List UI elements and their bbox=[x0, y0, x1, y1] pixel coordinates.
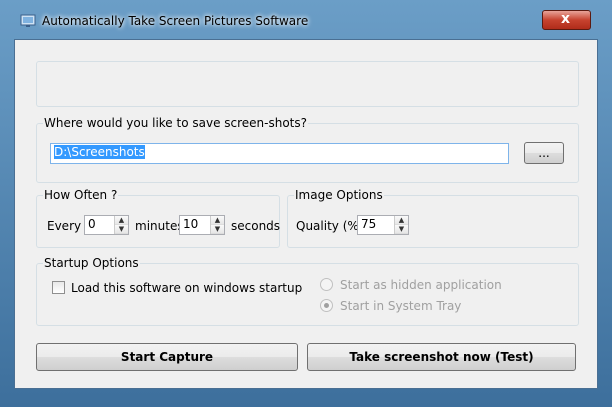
radio-start-tray[interactable] bbox=[320, 299, 333, 312]
browse-button[interactable]: ... bbox=[524, 142, 564, 164]
window-title: Automatically Take Screen Pictures Softw… bbox=[42, 14, 309, 28]
start-capture-button[interactable]: Start Capture bbox=[36, 343, 298, 371]
client-area: Where would you like to save screen-shot… bbox=[14, 39, 598, 389]
how-often-label: How Often ? bbox=[43, 188, 119, 202]
startup-options-label: Startup Options bbox=[43, 256, 140, 270]
banner-panel bbox=[36, 61, 579, 107]
quality-stepper[interactable]: 75 ▲ ▼ bbox=[357, 215, 409, 235]
minutes-value: 0 bbox=[88, 217, 96, 231]
minutes-stepper[interactable]: 0 ▲ ▼ bbox=[84, 215, 129, 235]
quality-value: 75 bbox=[361, 217, 377, 231]
image-options-label: Image Options bbox=[294, 188, 384, 202]
seconds-up-icon[interactable]: ▲ bbox=[211, 216, 224, 225]
save-path-input[interactable]: D:\Screenshots bbox=[50, 143, 509, 164]
radio-start-hidden[interactable] bbox=[320, 278, 333, 291]
save-location-label: Where would you like to save screen-shot… bbox=[43, 116, 309, 130]
quality-up-icon[interactable]: ▲ bbox=[395, 216, 408, 225]
minutes-down-icon[interactable]: ▼ bbox=[115, 225, 128, 234]
test-screenshot-button[interactable]: Take screenshot now (Test) bbox=[307, 343, 576, 371]
minutes-label: minutes bbox=[135, 219, 184, 233]
minutes-up-icon[interactable]: ▲ bbox=[115, 216, 128, 225]
app-window: Automatically Take Screen Pictures Softw… bbox=[0, 0, 612, 407]
radio-start-hidden-label[interactable]: Start as hidden application bbox=[340, 278, 502, 292]
load-on-startup-checkbox[interactable] bbox=[52, 281, 65, 294]
seconds-label: seconds bbox=[231, 219, 281, 233]
image-options-group: Image Options Quality (%): 75 ▲ ▼ bbox=[287, 188, 579, 248]
radio-start-tray-label[interactable]: Start in System Tray bbox=[340, 299, 461, 313]
save-location-group: Where would you like to save screen-shot… bbox=[36, 116, 579, 183]
quality-down-icon[interactable]: ▼ bbox=[395, 225, 408, 234]
seconds-down-icon[interactable]: ▼ bbox=[211, 225, 224, 234]
title-bar[interactable]: Automatically Take Screen Pictures Softw… bbox=[0, 0, 612, 34]
how-often-group: How Often ? Every 0 ▲ ▼ minutes 10 ▲ ▼ s… bbox=[36, 188, 281, 248]
save-path-value: D:\Screenshots bbox=[54, 145, 145, 159]
startup-options-group: Startup Options Load this software on wi… bbox=[36, 256, 579, 326]
seconds-stepper[interactable]: 10 ▲ ▼ bbox=[179, 215, 225, 235]
load-on-startup-label[interactable]: Load this software on windows startup bbox=[71, 281, 302, 295]
app-icon bbox=[20, 14, 36, 27]
close-button[interactable]: x bbox=[542, 10, 591, 30]
close-icon: x bbox=[561, 11, 571, 27]
seconds-value: 10 bbox=[183, 217, 199, 231]
every-label: Every bbox=[47, 219, 82, 233]
